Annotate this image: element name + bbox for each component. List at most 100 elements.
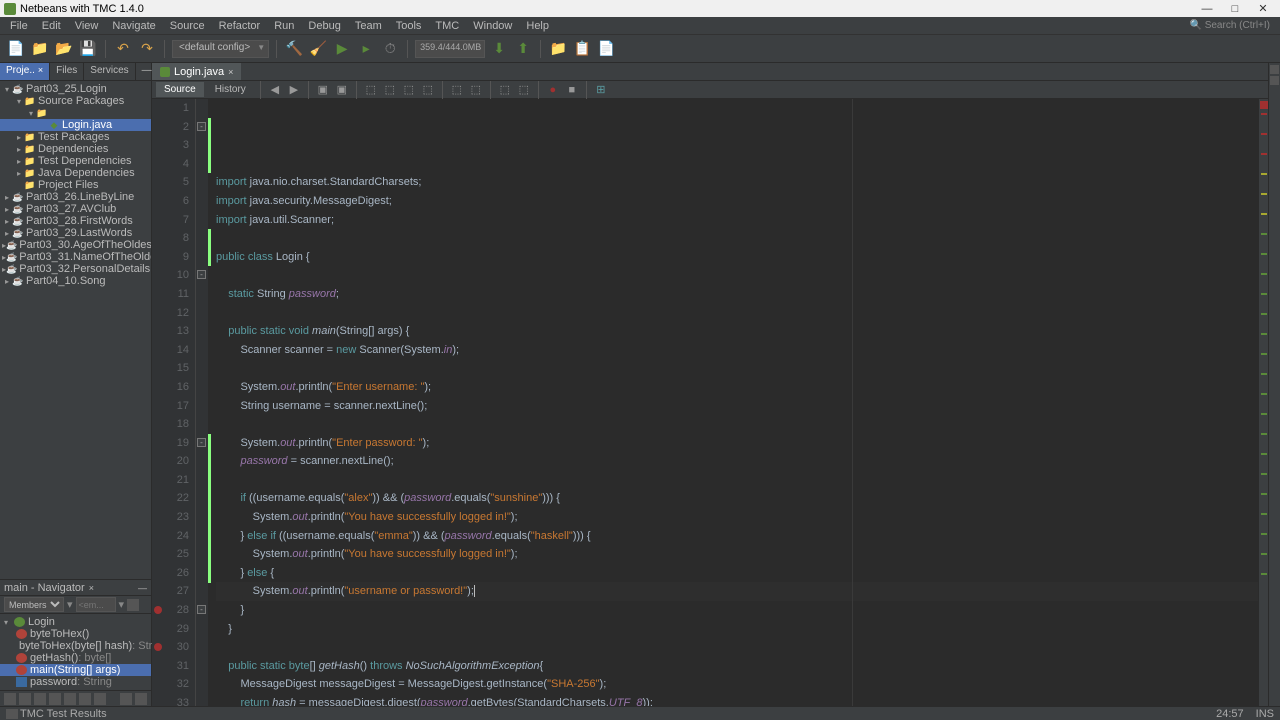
- nav-icon-1[interactable]: [4, 693, 16, 705]
- build-icon[interactable]: 🔨: [284, 39, 304, 59]
- error-stripe[interactable]: [1258, 99, 1268, 706]
- profile-icon[interactable]: ⏱: [380, 39, 400, 59]
- ed-btn-5[interactable]: ⬚: [401, 82, 417, 98]
- navigator-filter-icon[interactable]: [127, 599, 139, 611]
- ed-btn-3[interactable]: ⬚: [363, 82, 379, 98]
- open-icon[interactable]: 📂: [54, 39, 74, 59]
- save-all-icon[interactable]: 💾: [78, 39, 98, 59]
- nav-icon-8[interactable]: [120, 693, 132, 705]
- navigator-item[interactable]: password : String: [0, 676, 151, 688]
- editor-subtab-history[interactable]: History: [207, 82, 254, 97]
- tmc-test-icon[interactable]: 📄: [596, 39, 616, 59]
- ed-btn-prev[interactable]: ◀: [267, 82, 283, 98]
- tmc-download-icon[interactable]: ⬇: [489, 39, 509, 59]
- ed-btn-next[interactable]: ▶: [286, 82, 302, 98]
- menu-source[interactable]: Source: [164, 18, 211, 34]
- menu-window[interactable]: Window: [467, 18, 518, 34]
- undo-icon[interactable]: ↶: [113, 39, 133, 59]
- project-item[interactable]: ▾📁: [0, 107, 151, 119]
- clean-build-icon[interactable]: 🧹: [308, 39, 328, 59]
- menu-tools[interactable]: Tools: [390, 18, 428, 34]
- debug-icon[interactable]: ▸: [356, 39, 376, 59]
- editor-tab-login[interactable]: Login.java ×: [152, 63, 241, 80]
- editor-tab-close-icon[interactable]: ×: [228, 67, 233, 77]
- config-selector[interactable]: <default config>: [172, 40, 269, 58]
- menu-navigate[interactable]: Navigate: [106, 18, 161, 34]
- ed-btn-11[interactable]: ⊞: [593, 82, 609, 98]
- left-tab-services[interactable]: Services: [84, 63, 135, 80]
- right-btn-2[interactable]: [1270, 76, 1279, 85]
- minimize-button[interactable]: —: [1194, 1, 1220, 16]
- tmc-paste-icon[interactable]: 📋: [572, 39, 592, 59]
- ed-btn-4[interactable]: ⬚: [382, 82, 398, 98]
- ed-btn-7[interactable]: ⬚: [449, 82, 465, 98]
- navigator-item[interactable]: getHash() : byte[]: [0, 652, 151, 664]
- nav-icon-6[interactable]: [79, 693, 91, 705]
- menu-view[interactable]: View: [69, 18, 105, 34]
- projects-tree[interactable]: ▾☕Part03_25.Login▾📁Source Packages▾📁◆Log…: [0, 81, 151, 579]
- nav-icon-5[interactable]: [64, 693, 76, 705]
- ed-btn-2[interactable]: ▣: [334, 82, 350, 98]
- memory-indicator[interactable]: 359.4/444.0MB: [415, 40, 485, 58]
- code-content[interactable]: import java.nio.charset.StandardCharsets…: [212, 99, 1258, 706]
- left-tab-files[interactable]: Files: [50, 63, 84, 80]
- maximize-button[interactable]: □: [1222, 1, 1248, 16]
- project-item[interactable]: ◆Login.java: [0, 119, 151, 131]
- ed-btn-9[interactable]: ⬚: [497, 82, 513, 98]
- project-item[interactable]: ▸📁Test Packages: [0, 131, 151, 143]
- navigator-item[interactable]: byteToHex(): [0, 628, 151, 640]
- navigator-filter-input[interactable]: [76, 597, 116, 612]
- project-item[interactable]: ▸☕Part03_26.LineByLine: [0, 191, 151, 203]
- ed-btn-stop[interactable]: ■: [564, 82, 580, 98]
- new-file-icon[interactable]: 📄: [6, 39, 26, 59]
- nav-icon-2[interactable]: [19, 693, 31, 705]
- menu-refactor[interactable]: Refactor: [213, 18, 267, 34]
- fold-column[interactable]: ----: [196, 99, 208, 706]
- project-item[interactable]: ▾📁Source Packages: [0, 95, 151, 107]
- project-item[interactable]: ▸☕Part03_28.FirstWords: [0, 215, 151, 227]
- navigator-view-select[interactable]: Members: [4, 597, 64, 612]
- navigator-item[interactable]: byteToHex(byte[] hash) : String: [0, 640, 151, 652]
- menu-file[interactable]: File: [4, 18, 34, 34]
- nav-icon-4[interactable]: [49, 693, 61, 705]
- project-item[interactable]: 📁Project Files: [0, 179, 151, 191]
- nav-icon-3[interactable]: [34, 693, 46, 705]
- menu-team[interactable]: Team: [349, 18, 388, 34]
- project-item[interactable]: ▸☕Part03_32.PersonalDetails: [0, 263, 151, 275]
- right-btn-1[interactable]: [1270, 65, 1279, 74]
- nav-icon-7[interactable]: [94, 693, 106, 705]
- project-item[interactable]: ▸☕Part04_10.Song: [0, 275, 151, 287]
- menu-help[interactable]: Help: [520, 18, 555, 34]
- ed-btn-10[interactable]: ⬚: [516, 82, 532, 98]
- error-stripe-summary[interactable]: [1260, 101, 1268, 109]
- menu-tmc[interactable]: TMC: [429, 18, 465, 34]
- run-icon[interactable]: ▶: [332, 39, 352, 59]
- ed-btn-1[interactable]: ▣: [315, 82, 331, 98]
- navigator-minimize-icon[interactable]: —: [138, 583, 147, 593]
- redo-icon[interactable]: ↷: [137, 39, 157, 59]
- navigator-tree[interactable]: ▾LoginbyteToHex()byteToHex(byte[] hash) …: [0, 614, 151, 690]
- tmc-results-label[interactable]: TMC Test Results: [20, 708, 107, 720]
- project-item[interactable]: ▸☕Part03_27.AVClub: [0, 203, 151, 215]
- tmc-folder-icon[interactable]: 📁: [548, 39, 568, 59]
- menu-debug[interactable]: Debug: [302, 18, 346, 34]
- left-tab-proje[interactable]: Proje..×: [0, 63, 50, 80]
- project-item[interactable]: ▸📁Test Dependencies: [0, 155, 151, 167]
- new-project-icon[interactable]: 📁: [30, 39, 50, 59]
- menu-edit[interactable]: Edit: [36, 18, 67, 34]
- project-item[interactable]: ▸☕Part03_30.AgeOfTheOldest: [0, 239, 151, 251]
- search-field[interactable]: 🔍 Search (Ctrl+I): [1183, 18, 1276, 33]
- status-btn-1[interactable]: [6, 709, 18, 719]
- project-item[interactable]: ▸☕Part03_29.LastWords: [0, 227, 151, 239]
- project-item[interactable]: ▸📁Dependencies: [0, 143, 151, 155]
- tmc-submit-icon[interactable]: ⬆: [513, 39, 533, 59]
- ed-btn-rec[interactable]: ●: [545, 82, 561, 98]
- editor-subtab-source[interactable]: Source: [156, 82, 204, 97]
- ed-btn-6[interactable]: ⬚: [420, 82, 436, 98]
- project-item[interactable]: ▸📁Java Dependencies: [0, 167, 151, 179]
- navigator-item[interactable]: ▾Login: [0, 616, 151, 628]
- line-gutter[interactable]: 1234567891011121314151617181920212223242…: [152, 99, 196, 706]
- nav-icon-9[interactable]: [135, 693, 147, 705]
- navigator-item[interactable]: main(String[] args): [0, 664, 151, 676]
- menu-run[interactable]: Run: [268, 18, 300, 34]
